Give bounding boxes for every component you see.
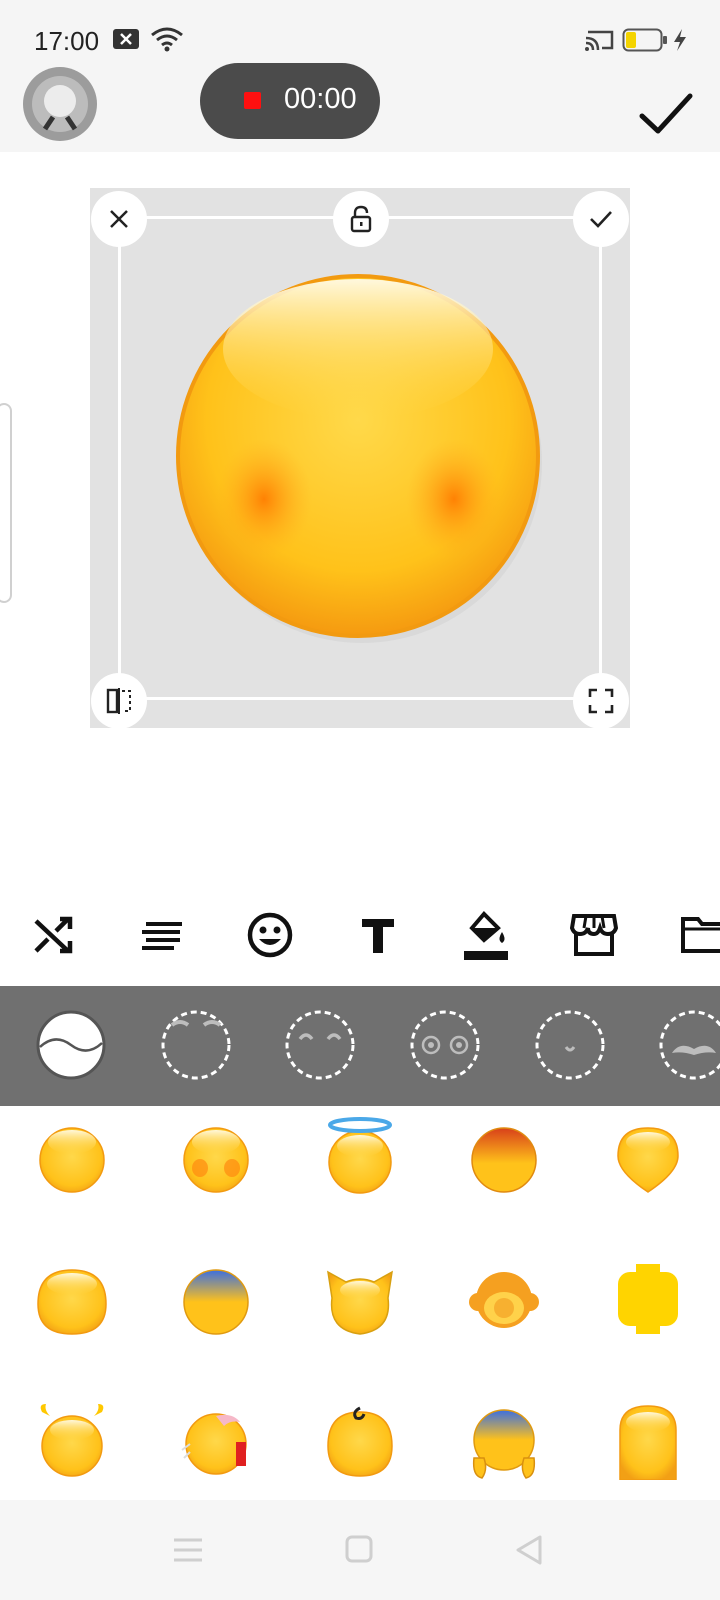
recording-indicator[interactable]: 00:00 (200, 63, 380, 139)
mouth-feature[interactable] (534, 1009, 606, 1081)
avatar-icon[interactable] (23, 67, 97, 141)
eyes-feature[interactable] (409, 1009, 481, 1081)
confirm-checkmark-icon[interactable] (636, 84, 696, 144)
red-top-face[interactable] (468, 1116, 540, 1196)
lock-icon[interactable] (333, 191, 389, 247)
record-dot-icon (244, 92, 261, 109)
blue-top-face[interactable] (180, 1258, 252, 1338)
bandaged-face[interactable] (180, 1400, 252, 1480)
wide-face[interactable] (36, 1258, 108, 1338)
store-icon[interactable] (566, 907, 622, 963)
feature-category-row (0, 986, 720, 1106)
tall-face[interactable] (612, 1400, 684, 1480)
eyebrows-feature[interactable] (160, 1009, 232, 1081)
expand-icon[interactable] (573, 673, 629, 729)
side-drawer-handle[interactable] (0, 403, 12, 603)
halo-face[interactable] (324, 1116, 396, 1196)
home-nav-icon[interactable] (344, 1534, 374, 1564)
pointed-face[interactable] (612, 1116, 684, 1196)
cast-icon (585, 30, 614, 51)
blue-hands-face[interactable] (468, 1400, 540, 1480)
notification-x-icon (113, 29, 139, 49)
flip-icon[interactable] (91, 673, 147, 729)
curl-face[interactable] (324, 1400, 396, 1480)
folder-icon[interactable] (676, 907, 720, 963)
text-icon[interactable] (350, 907, 406, 963)
closed-eyes-feature[interactable] (284, 1009, 356, 1081)
face-shape-feature[interactable] (35, 1009, 107, 1081)
lego-face[interactable] (612, 1258, 684, 1338)
back-nav-icon[interactable] (514, 1534, 544, 1566)
check-icon[interactable] (573, 191, 629, 247)
battery-icon (622, 28, 667, 52)
avatar-glyph-icon (32, 76, 88, 132)
recording-time: 00:00 (284, 83, 357, 115)
cat-face[interactable] (324, 1258, 396, 1338)
mustache-feature[interactable] (658, 1009, 720, 1081)
blush-face[interactable] (180, 1116, 252, 1196)
status-time: 17:00 (34, 26, 100, 56)
tool-row (0, 885, 720, 985)
emoji-grid (0, 1106, 720, 1500)
wifi-icon (151, 27, 183, 52)
charging-bolt-icon (674, 29, 686, 51)
fill-color-icon[interactable] (458, 907, 514, 963)
shuffle-icon[interactable] (26, 907, 82, 963)
emoji-face-icon[interactable] (242, 907, 298, 963)
menu-nav-icon[interactable] (172, 1536, 204, 1564)
system-nav-bar (0, 1500, 720, 1600)
align-icon[interactable] (134, 907, 190, 963)
horned-face[interactable] (36, 1400, 108, 1480)
blushing-faceless-emoji[interactable] (176, 274, 546, 644)
close-icon[interactable] (91, 191, 147, 247)
monkey-face[interactable] (468, 1258, 540, 1338)
plain-face[interactable] (36, 1116, 108, 1196)
